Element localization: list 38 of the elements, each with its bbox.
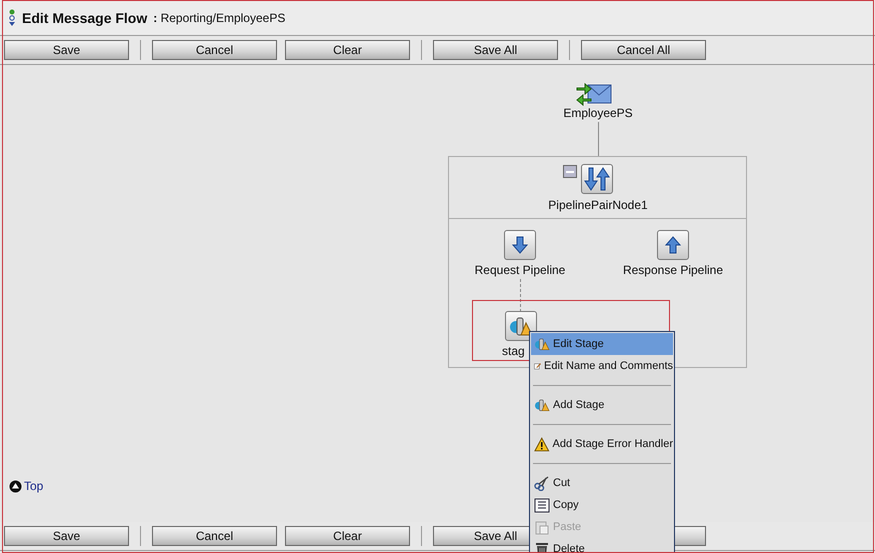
stage-icon — [534, 398, 550, 412]
toolbar-button[interactable]: Clear — [285, 40, 410, 60]
node-label: stag — [502, 344, 525, 358]
trash-icon — [534, 542, 550, 553]
stage-icon — [534, 337, 550, 351]
node-label: EmployeePS — [563, 106, 633, 120]
up-arrow-icon — [665, 236, 681, 254]
request-pipeline-node[interactable] — [504, 230, 536, 260]
menu-item[interactable]: Copy — [531, 494, 673, 516]
menu-item[interactable]: Cut — [531, 472, 673, 494]
collapse-icon[interactable] — [563, 165, 577, 178]
node-label: Response Pipeline — [622, 263, 724, 277]
envelope-arrows-icon — [576, 82, 612, 106]
down-arrow-icon — [512, 236, 528, 254]
node-label: Request Pipeline — [474, 263, 566, 277]
menu-item[interactable]: Edit Stage — [531, 333, 673, 355]
toolbar-button[interactable]: Save — [4, 40, 129, 60]
flow-path: : Reporting/EmployeePS — [153, 10, 286, 24]
warning-icon — [534, 436, 550, 452]
toolbar-button[interactable]: Save — [4, 526, 129, 546]
flow-icon — [8, 8, 16, 26]
pipeline-pair-node[interactable] — [581, 164, 613, 194]
document-icon — [534, 498, 550, 512]
node-label: PipelinePairNode1 — [548, 198, 648, 212]
menu-item[interactable]: Add Stage Error Handler — [531, 433, 673, 455]
toolbar-button[interactable]: Cancel — [152, 40, 277, 60]
menu-item[interactable]: Add Stage — [531, 394, 673, 416]
up-circle-icon — [9, 480, 22, 492]
toolbar-button[interactable]: Save All — [433, 40, 558, 60]
top-link[interactable]: Top — [9, 479, 44, 493]
toolbar-button[interactable]: Cancel — [152, 526, 277, 546]
scissors-icon — [534, 476, 550, 490]
response-pipeline-node[interactable] — [657, 230, 689, 260]
toolbar-button[interactable]: Clear — [285, 526, 410, 546]
stage-node[interactable] — [505, 311, 537, 341]
menu-item[interactable]: Edit Name and Comments — [531, 355, 673, 377]
page-title: Edit Message Flow — [22, 10, 148, 26]
toolbar-button[interactable]: Cancel All — [581, 40, 706, 60]
